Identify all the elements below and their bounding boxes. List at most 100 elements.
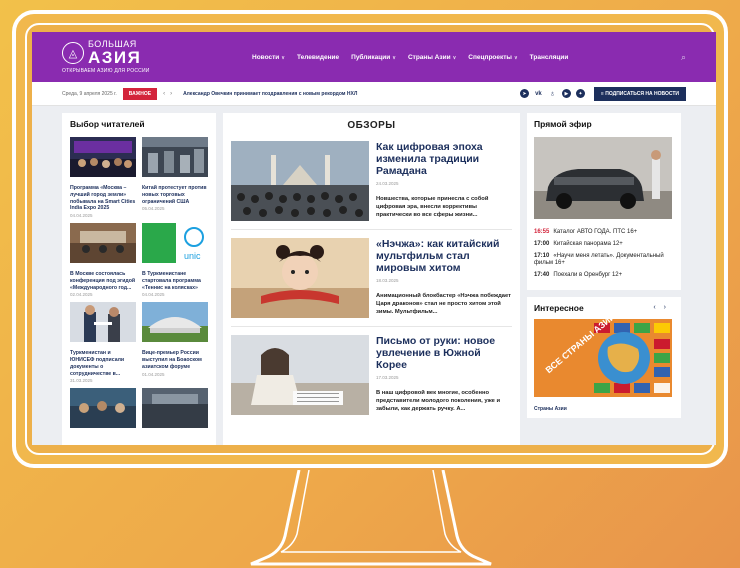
interesting-banner[interactable]: ВСЕ СТРАНЫ АЗИИ — [534, 311, 672, 397]
schedule-row[interactable]: 17:10 «Научи меня летать». Документальный… — [534, 253, 674, 269]
live-panel: Прямой эфир 16:55 Каталог АВТО ГОДА. ПТС … — [527, 113, 681, 290]
news-thumbnail[interactable] — [70, 137, 136, 177]
main-nav: Новости ∨ Телевидение Публикации ∨ Страны … — [252, 54, 568, 61]
news-thumbnail[interactable] — [142, 137, 208, 177]
telegram-icon[interactable]: ➤ — [519, 89, 529, 98]
subscribe-label: ПОДПИСАТЬСЯ НА НОВОСТИ — [605, 90, 679, 97]
review-image[interactable] — [231, 238, 369, 318]
schedule-row[interactable]: 17:40 Поехали в Оренбург 12+ — [534, 272, 674, 280]
svg-text:unic: unic — [184, 251, 201, 261]
list-item[interactable]: Туркменистан и ЮНИСЕФ подписали документ… — [70, 302, 136, 383]
interesting-title: Интересное — [534, 302, 584, 313]
nav-tv-label: Телевидение — [296, 53, 340, 61]
site-logo[interactable]: ◬ БОЛЬШАЯ АЗИЯ ОТКРЫВАЕМ АЗИЮ ДЛЯ РОССИИ — [62, 40, 202, 74]
list-item[interactable]: Китай протестует против новых торговых о… — [142, 137, 208, 218]
social-links: ➤ vk ♁ ▶ ✦ — [519, 89, 585, 98]
review-image[interactable] — [231, 141, 369, 221]
nav-special-label: Спецпроекты — [468, 53, 512, 61]
ticker-headline[interactable]: Александр Овечкин принимает поздравления… — [183, 91, 357, 97]
rutube-icon[interactable]: ▶ — [561, 89, 571, 98]
news-date: 05.04.2025 — [142, 206, 165, 212]
list-item[interactable]: Программа «Москва – лучший город земли» … — [70, 137, 136, 218]
review-image[interactable] — [231, 335, 369, 415]
browser-screen: ◬ БОЛЬШАЯ АЗИЯ ОТКРЫВАЕМ АЗИЮ ДЛЯ РОССИИ… — [32, 32, 716, 445]
review-item[interactable]: Как цифровая эпоха изменила традиции Рам… — [231, 141, 512, 230]
chevron-left-icon[interactable]: ‹ — [163, 91, 170, 97]
review-title[interactable]: Как цифровая эпоха изменила традиции Рам… — [376, 141, 512, 177]
list-item[interactable] — [142, 388, 208, 433]
nav-special[interactable]: Спецпроекты ∨ — [468, 54, 517, 61]
dzen-icon[interactable]: ✦ — [575, 89, 585, 98]
chevron-right-icon[interactable]: › — [664, 304, 674, 311]
ticker-arrows[interactable]: ‹› — [163, 91, 177, 97]
news-title[interactable]: В Туркменистане стартовала программа «Те… — [142, 271, 208, 291]
nav-broadcasts-label: Трансляции — [529, 53, 569, 61]
schedule-show: «Научи меня летать». Документальный филь… — [534, 252, 664, 267]
review-body: Как цифровая эпоха изменила традиции Рам… — [376, 141, 512, 221]
nav-broadcasts[interactable]: Трансляции — [530, 54, 569, 61]
ok-icon[interactable]: ♁ — [548, 89, 557, 98]
chevron-down-icon: ∨ — [513, 54, 518, 61]
review-date: 17.03.2025 — [376, 375, 399, 381]
right-sidebar: Прямой эфир 16:55 Каталог АВТО ГОДА. ПТС … — [527, 113, 681, 445]
news-title[interactable]: Китай протестует против новых торговых о… — [142, 185, 208, 205]
news-title[interactable]: Туркменистан и ЮНИСЕФ подписали документ… — [70, 350, 136, 377]
live-video-player[interactable] — [534, 137, 672, 219]
nav-news-label: Новости — [252, 53, 280, 61]
news-title[interactable]: Вице-премьер России выступил на Боаоском… — [142, 350, 208, 370]
schedule-time: 17:10 — [534, 252, 550, 259]
schedule-show: Китайская панорама 12+ — [553, 240, 623, 247]
nav-news[interactable]: Новости ∨ — [252, 54, 285, 61]
interesting-caption[interactable]: Страны Азии — [534, 406, 674, 412]
review-lead: Анимационный блокбастер «Нэчжа побеждает… — [376, 293, 511, 315]
list-item[interactable]: unic В Туркменистане стартовала программ… — [142, 223, 208, 297]
review-lead: Новшества, которые принесла с собой цифр… — [376, 196, 489, 218]
list-item[interactable]: В Москве состоялась конференция под эгид… — [70, 223, 136, 297]
nav-tv[interactable]: Телевидение — [297, 54, 339, 61]
news-date: 31.03.2025 — [70, 378, 93, 384]
nav-countries[interactable]: Страны Азии ∨ — [408, 54, 456, 61]
review-title[interactable]: Письмо от руки: новое увлечение в Южной … — [376, 335, 512, 371]
news-thumbnail[interactable] — [70, 302, 136, 343]
news-title[interactable]: Программа «Москва – лучший город земли» … — [70, 185, 136, 212]
schedule-show: Поехали в Оренбург 12+ — [553, 272, 623, 279]
review-title[interactable]: «Нэчжа»: как китайский мультфильм стал м… — [376, 238, 512, 274]
vk-icon[interactable]: vk — [534, 89, 543, 98]
readers-choice-grid: Программа «Москва – лучший город земли» … — [70, 137, 208, 433]
site-header: ◬ БОЛЬШАЯ АЗИЯ ОТКРЫВАЕМ АЗИЮ ДЛЯ РОССИИ… — [32, 32, 716, 82]
news-thumbnail[interactable] — [142, 388, 208, 429]
subscribe-button[interactable]: ≡ ПОДПИСАТЬСЯ НА НОВОСТИ — [593, 86, 686, 101]
main-content: Выбор читателей Программа «Москва – лучш… — [32, 106, 716, 445]
chevron-down-icon: ∨ — [281, 54, 285, 61]
reviews-panel: ОБЗОРЫ Как цифровая эпоха изменила тради… — [223, 113, 520, 445]
review-item[interactable]: «Нэчжа»: как китайский мультфильм стал м… — [231, 238, 512, 327]
nav-countries-label: Страны Азии — [407, 53, 451, 61]
schedule-row-current[interactable]: 16:55 Каталог АВТО ГОДА. ПТС 16+ — [534, 229, 674, 237]
news-thumbnail[interactable] — [142, 302, 208, 343]
reviews-title: ОБЗОРЫ — [347, 120, 396, 131]
schedule-time: 16:55 — [534, 229, 550, 235]
review-lead: В наш цифровой век многие, особенно пред… — [376, 390, 501, 412]
news-thumbnail[interactable] — [70, 388, 136, 429]
monitor-stand — [250, 470, 492, 566]
review-item[interactable]: Письмо от руки: новое увлечение в Южной … — [231, 335, 512, 423]
chevron-down-icon: ∨ — [452, 54, 457, 61]
news-thumbnail[interactable]: unic — [142, 223, 208, 263]
logo-emblem-icon: ◬ — [62, 42, 84, 64]
interesting-panel: Интересное ‹› ВСЕ СТРАНЫ АЗИИ Страны Ази… — [527, 296, 681, 418]
schedule-row[interactable]: 17:00 Китайская панорама 12+ — [534, 241, 674, 249]
news-thumbnail[interactable] — [70, 223, 136, 263]
search-icon[interactable]: ⌕ — [681, 52, 686, 63]
nav-publications-label: Публикации — [351, 53, 391, 61]
live-title: Прямой эфир — [534, 119, 592, 129]
list-item[interactable]: Вице-премьер России выступил на Боаоском… — [142, 302, 208, 383]
current-date: Среда, 9 апреля 2025 г. — [62, 90, 117, 97]
news-title[interactable]: В Москве состоялась конференция под эгид… — [70, 271, 136, 291]
news-date: 04.04.2025 — [70, 213, 93, 218]
carousel-arrows[interactable]: ‹› — [653, 304, 674, 311]
nav-publications[interactable]: Публикации ∨ — [351, 54, 396, 61]
chevron-right-icon[interactable]: › — [170, 91, 177, 97]
list-item[interactable] — [70, 388, 136, 433]
chevron-left-icon[interactable]: ‹ — [653, 304, 663, 311]
logo-big-text: АЗИЯ — [88, 48, 142, 67]
